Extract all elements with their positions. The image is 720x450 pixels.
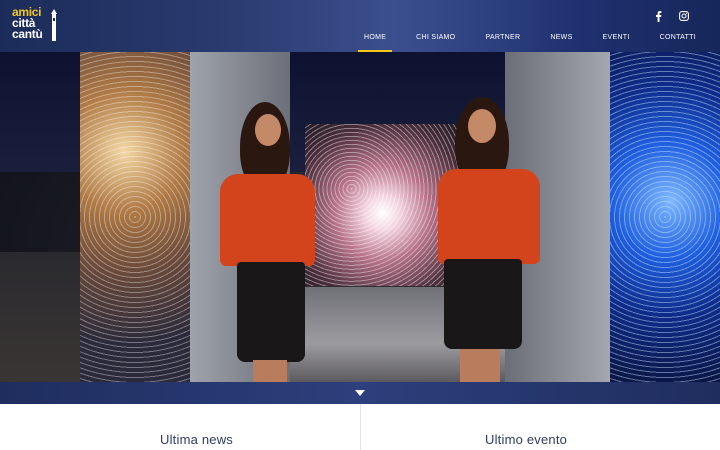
nav-item-partner[interactable]: PARTNER [485,30,520,52]
hero-image [0,52,720,382]
nav-item-home[interactable]: HOME [357,30,393,52]
latest-news-heading: Ultima news [160,432,233,447]
nav-item-chi-siamo[interactable]: CHI SIAMO [416,30,455,52]
hero-scroll-bar [0,382,720,404]
led-panel-left [80,52,190,382]
nav-item-eventi[interactable]: EVENTI [603,30,630,52]
facebook-icon[interactable] [652,10,664,22]
highlights-section: Ultima news Ultimo evento [0,404,720,450]
main-nav: HOME CHI SIAMO PARTNER NEWS EVENTI CONTA… [334,30,696,52]
latest-event-heading: Ultimo evento [485,432,568,447]
bell-tower-icon [51,9,57,41]
nav-item-news[interactable]: NEWS [550,30,572,52]
page: amici città cantù HOME CHI SIAMO PARTNER… [0,0,720,450]
site-header: amici città cantù HOME CHI SIAMO PARTNER… [0,0,720,52]
section-divider [360,404,361,450]
chevron-down-icon[interactable] [355,390,365,396]
person-right [430,97,545,382]
person-left [215,102,325,382]
led-panel-right [610,52,720,382]
social-links [652,10,690,22]
site-logo[interactable]: amici città cantù [12,6,60,47]
instagram-icon[interactable] [678,10,690,22]
nav-item-contatti[interactable]: CONTATTI [660,30,696,52]
